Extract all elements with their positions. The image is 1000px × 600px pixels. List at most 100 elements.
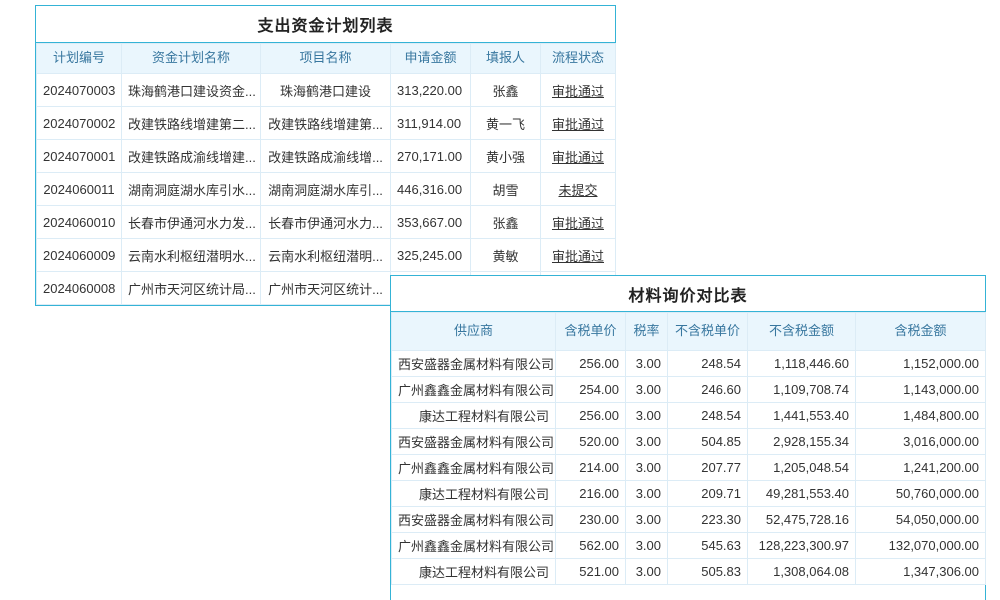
cell-net_amount: 52,475,728.16: [748, 507, 856, 533]
cell-net_unit_price: 209.71: [668, 481, 748, 507]
cell-tax_rate: 3.00: [626, 559, 668, 585]
cell-status[interactable]: 未提交: [541, 173, 616, 206]
cell-unit_price: 216.00: [556, 481, 626, 507]
cell-unit_price: 230.00: [556, 507, 626, 533]
cell-project[interactable]: 湖南洞庭湖水库引...: [261, 173, 391, 206]
cell-unit_price: 521.00: [556, 559, 626, 585]
cell-id[interactable]: 2024070001: [37, 140, 122, 173]
column-header-unit_price: 含税单价: [556, 313, 626, 351]
cell-status[interactable]: 审批通过: [541, 107, 616, 140]
cell-id[interactable]: 2024060008: [37, 272, 122, 305]
expense-plan-title: 支出资金计划列表: [36, 6, 615, 43]
cell-status[interactable]: 审批通过: [541, 206, 616, 239]
cell-tax_rate: 3.00: [626, 351, 668, 377]
table-row: 2024070003珠海鹤港口建设资金...珠海鹤港口建设313,220.00张…: [37, 74, 616, 107]
cell-net_amount: 1,118,446.60: [748, 351, 856, 377]
cell-supplier[interactable]: 广州鑫鑫金属材料有限公司: [392, 533, 556, 559]
cell-tax_rate: 3.00: [626, 403, 668, 429]
column-header-tax_rate: 税率: [626, 313, 668, 351]
cell-gross_amount: 1,152,000.00: [856, 351, 986, 377]
cell-plan_name[interactable]: 改建铁路线增建第二...: [122, 107, 261, 140]
cell-id[interactable]: 2024060011: [37, 173, 122, 206]
cell-amount: 311,914.00: [391, 107, 471, 140]
cell-person[interactable]: 黄小强: [471, 140, 541, 173]
cell-gross_amount: 1,347,306.00: [856, 559, 986, 585]
cell-supplier[interactable]: 康达工程材料有限公司: [392, 559, 556, 585]
cell-unit_price: 520.00: [556, 429, 626, 455]
cell-plan_name[interactable]: 珠海鹤港口建设资金...: [122, 74, 261, 107]
cell-unit_price: 256.00: [556, 351, 626, 377]
cell-net_amount: 1,441,553.40: [748, 403, 856, 429]
cell-status[interactable]: 审批通过: [541, 74, 616, 107]
material-quote-grid: 供应商含税单价税率不含税单价不含税金额含税金额西安盛器金属材料有限公司256.0…: [391, 312, 986, 585]
cell-id[interactable]: 2024060009: [37, 239, 122, 272]
cell-supplier[interactable]: 西安盛器金属材料有限公司: [392, 507, 556, 533]
cell-amount: 270,171.00: [391, 140, 471, 173]
header-row: 供应商含税单价税率不含税单价不含税金额含税金额: [392, 313, 986, 351]
report-canvas: 支出资金计划列表 计划编号资金计划名称项目名称申请金额填报人流程状态202407…: [0, 0, 1000, 600]
cell-unit_price: 254.00: [556, 377, 626, 403]
cell-supplier[interactable]: 广州鑫鑫金属材料有限公司: [392, 377, 556, 403]
cell-amount: 313,220.00: [391, 74, 471, 107]
table-row: 康达工程材料有限公司521.003.00505.831,308,064.081,…: [392, 559, 986, 585]
cell-net_unit_price: 504.85: [668, 429, 748, 455]
cell-net_unit_price: 248.54: [668, 403, 748, 429]
cell-project[interactable]: 长春市伊通河水力...: [261, 206, 391, 239]
cell-id[interactable]: 2024070002: [37, 107, 122, 140]
cell-project[interactable]: 云南水利枢纽潜明...: [261, 239, 391, 272]
cell-tax_rate: 3.00: [626, 533, 668, 559]
cell-tax_rate: 3.00: [626, 429, 668, 455]
cell-tax_rate: 3.00: [626, 481, 668, 507]
cell-supplier[interactable]: 康达工程材料有限公司: [392, 481, 556, 507]
cell-person[interactable]: 胡雪: [471, 173, 541, 206]
cell-plan_name[interactable]: 长春市伊通河水力发...: [122, 206, 261, 239]
cell-id[interactable]: 2024060010: [37, 206, 122, 239]
cell-person[interactable]: 张鑫: [471, 74, 541, 107]
column-header-supplier: 供应商: [392, 313, 556, 351]
cell-status[interactable]: 审批通过: [541, 140, 616, 173]
cell-supplier[interactable]: 广州鑫鑫金属材料有限公司: [392, 455, 556, 481]
cell-gross_amount: 54,050,000.00: [856, 507, 986, 533]
cell-plan_name[interactable]: 改建铁路成渝线增建...: [122, 140, 261, 173]
table-row: 广州鑫鑫金属材料有限公司562.003.00545.63128,223,300.…: [392, 533, 986, 559]
cell-supplier[interactable]: 康达工程材料有限公司: [392, 403, 556, 429]
expense-plan-grid: 计划编号资金计划名称项目名称申请金额填报人流程状态2024070003珠海鹤港口…: [36, 43, 616, 305]
cell-plan_name[interactable]: 广州市天河区统计局...: [122, 272, 261, 305]
cell-net_unit_price: 246.60: [668, 377, 748, 403]
cell-person[interactable]: 张鑫: [471, 206, 541, 239]
table-row: 2024060010长春市伊通河水力发...长春市伊通河水力...353,667…: [37, 206, 616, 239]
table-row: 西安盛器金属材料有限公司520.003.00504.852,928,155.34…: [392, 429, 986, 455]
cell-supplier[interactable]: 西安盛器金属材料有限公司: [392, 429, 556, 455]
cell-net_unit_price: 545.63: [668, 533, 748, 559]
cell-gross_amount: 1,143,000.00: [856, 377, 986, 403]
cell-person[interactable]: 黄一飞: [471, 107, 541, 140]
cell-net_amount: 1,109,708.74: [748, 377, 856, 403]
cell-net_unit_price: 248.54: [668, 351, 748, 377]
cell-supplier[interactable]: 西安盛器金属材料有限公司: [392, 351, 556, 377]
table-row: 2024070001改建铁路成渝线增建...改建铁路成渝线增...270,171…: [37, 140, 616, 173]
table-row: 2024060009云南水利枢纽潜明水...云南水利枢纽潜明...325,245…: [37, 239, 616, 272]
cell-project[interactable]: 广州市天河区统计...: [261, 272, 391, 305]
cell-net_unit_price: 207.77: [668, 455, 748, 481]
column-header-project: 项目名称: [261, 44, 391, 74]
table-row: 西安盛器金属材料有限公司230.003.00223.3052,475,728.1…: [392, 507, 986, 533]
cell-project[interactable]: 改建铁路线增建第...: [261, 107, 391, 140]
cell-status[interactable]: 审批通过: [541, 239, 616, 272]
cell-net_amount: 128,223,300.97: [748, 533, 856, 559]
cell-person[interactable]: 黄敏: [471, 239, 541, 272]
cell-net_amount: 1,205,048.54: [748, 455, 856, 481]
cell-project[interactable]: 珠海鹤港口建设: [261, 74, 391, 107]
cell-tax_rate: 3.00: [626, 455, 668, 481]
cell-project[interactable]: 改建铁路成渝线增...: [261, 140, 391, 173]
cell-unit_price: 256.00: [556, 403, 626, 429]
column-header-id: 计划编号: [37, 44, 122, 74]
material-quote-card: 材料询价对比表 供应商含税单价税率不含税单价不含税金额含税金额西安盛器金属材料有…: [390, 275, 986, 600]
cell-plan_name[interactable]: 云南水利枢纽潜明水...: [122, 239, 261, 272]
cell-id[interactable]: 2024070003: [37, 74, 122, 107]
table-row: 2024060011湖南洞庭湖水库引水...湖南洞庭湖水库引...446,316…: [37, 173, 616, 206]
cell-plan_name[interactable]: 湖南洞庭湖水库引水...: [122, 173, 261, 206]
cell-unit_price: 562.00: [556, 533, 626, 559]
cell-gross_amount: 1,241,200.00: [856, 455, 986, 481]
header-row: 计划编号资金计划名称项目名称申请金额填报人流程状态: [37, 44, 616, 74]
column-header-plan_name: 资金计划名称: [122, 44, 261, 74]
